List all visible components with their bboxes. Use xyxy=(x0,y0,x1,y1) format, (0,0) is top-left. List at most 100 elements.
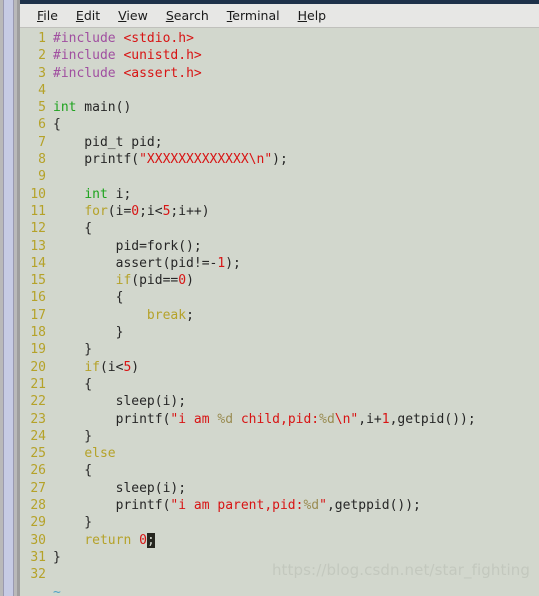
menu-item-terminal[interactable]: Terminal xyxy=(218,6,289,25)
scrollbar-thumb[interactable] xyxy=(4,0,13,596)
line-number: 21 xyxy=(30,376,46,392)
line-number: 3 xyxy=(38,65,46,81)
token-kw: if xyxy=(84,359,100,375)
token-hdr: <stdio.h> xyxy=(123,31,194,46)
line-number: 1 xyxy=(38,31,46,46)
token-str: child,pid: xyxy=(233,411,320,427)
line-number: 2 xyxy=(38,48,46,64)
token-plain: (i= xyxy=(107,203,132,219)
line-number: 18 xyxy=(30,325,46,341)
code-line[interactable]: 17 break; xyxy=(20,307,539,324)
token-str: \n" xyxy=(334,411,359,427)
code-line[interactable]: 6{ xyxy=(20,116,539,133)
code-editor-area[interactable]: 1 #include <stdio.h> 2 #include <unistd.h> 3… xyxy=(20,28,539,596)
code-line[interactable]: 16 { xyxy=(20,289,539,306)
token-plain: ,getppid()); xyxy=(326,498,421,514)
line-number: 22 xyxy=(30,394,46,410)
code-line[interactable]: 5 int main() xyxy=(20,99,539,116)
line-number: 28 xyxy=(30,498,46,514)
code-line[interactable]: 14 assert(pid!=-1); xyxy=(20,255,539,272)
code-lines[interactable]: 1 #include <stdio.h> 2 #include <unistd.h> 3… xyxy=(20,30,539,596)
line-number: 11 xyxy=(30,203,46,219)
code-line[interactable]: 12 { xyxy=(20,220,539,237)
code-line[interactable]: 8 printf("XXXXXXXXXXXXX\n"); xyxy=(20,151,539,168)
code-line[interactable]: 28 printf("i am parent,pid:%d",getppid()… xyxy=(20,497,539,514)
token-plain: assert(pid!=- xyxy=(53,255,218,271)
token-fmt: %d xyxy=(303,498,320,514)
menu-mnemonic: F xyxy=(37,8,44,23)
code-line[interactable]: 3 #include <assert.h> xyxy=(20,65,539,82)
line-number: 4 xyxy=(38,82,46,98)
menu-item-view[interactable]: View xyxy=(109,6,157,25)
token-num: 1 xyxy=(381,411,390,427)
token-hdr: <unistd.h> xyxy=(123,48,202,64)
token-fmt: %d xyxy=(319,411,335,427)
token-plain: (pid== xyxy=(131,273,179,289)
token-plain: ;i++) xyxy=(170,203,210,219)
line-number: 32 xyxy=(30,567,46,583)
menu-item-file[interactable]: File xyxy=(28,6,67,25)
code-line[interactable]: 30 return 0; xyxy=(20,532,539,549)
text-cursor: ; xyxy=(146,532,155,548)
code-line[interactable]: 27 sleep(i); xyxy=(20,480,539,497)
token-type: int xyxy=(84,186,108,202)
menu-item-edit[interactable]: Edit xyxy=(67,6,109,25)
token-plain: { xyxy=(53,376,93,392)
menu-item-search[interactable]: Search xyxy=(157,6,218,25)
code-line[interactable]: 24 } xyxy=(20,428,539,445)
code-line[interactable]: 13 pid=fork(); xyxy=(20,238,539,255)
code-line[interactable]: 20 if(i<5) xyxy=(20,359,539,376)
token-num: 0 xyxy=(178,273,187,289)
menu-mnemonic: S xyxy=(165,8,174,23)
code-line[interactable]: 22 sleep(i); xyxy=(20,393,539,410)
code-line[interactable]: 19 } xyxy=(20,341,539,358)
token-plain: ) xyxy=(131,359,140,375)
token-plain: ; xyxy=(186,307,194,323)
code-line[interactable]: 2 #include <unistd.h> xyxy=(20,47,539,64)
menu-item-help[interactable]: Help xyxy=(289,6,336,25)
line-number: 16 xyxy=(30,290,46,306)
code-line[interactable]: 11 for(i=0;i<5;i++) xyxy=(20,203,539,220)
line-number: 31 xyxy=(30,549,46,565)
line-number: 20 xyxy=(30,359,46,375)
token-kw: if xyxy=(115,273,132,289)
code-line[interactable]: 7 pid_t pid; xyxy=(20,134,539,151)
token-plain: ,getpid()); xyxy=(389,411,476,427)
code-line[interactable]: 1 #include <stdio.h> xyxy=(20,30,539,47)
token-kw: for xyxy=(84,203,108,219)
token-plain: ;i< xyxy=(139,203,163,219)
token-hdr: <assert.h> xyxy=(123,65,202,81)
token-plain: { xyxy=(53,290,124,306)
token-type: int xyxy=(53,100,77,116)
code-line[interactable]: 9 xyxy=(20,168,539,185)
token-plain: (i< xyxy=(99,359,124,375)
line-number: 23 xyxy=(30,411,46,427)
code-line[interactable]: 4 xyxy=(20,82,539,99)
scrollbar-trough[interactable] xyxy=(3,0,14,596)
token-plain: { xyxy=(53,117,61,133)
token-pre: #include xyxy=(53,65,116,81)
line-number: 19 xyxy=(30,342,46,358)
line-number: 7 xyxy=(38,134,46,150)
token-plain: ); xyxy=(225,255,241,271)
menu-bar: File Edit View Search Terminal Help xyxy=(20,4,539,28)
code-line[interactable]: 15 if(pid==0) xyxy=(20,272,539,289)
code-line[interactable]: 23 printf("i am %d child,pid:%d\n",i+1,g… xyxy=(20,411,539,428)
line-number: 26 xyxy=(30,463,46,479)
code-line[interactable]: 10 int i; xyxy=(20,186,539,203)
vertical-scrollbar[interactable] xyxy=(0,0,17,596)
code-line[interactable]: 21 { xyxy=(20,376,539,393)
token-fmt: %d xyxy=(217,411,234,427)
code-line[interactable]: 18 } xyxy=(20,324,539,341)
token-plain: { xyxy=(53,463,93,479)
line-number: 5 xyxy=(38,100,46,116)
code-line[interactable]: 26 { xyxy=(20,462,539,479)
line-number: 12 xyxy=(30,221,46,237)
code-line[interactable]: 25 else xyxy=(20,445,539,462)
code-line[interactable]: ~ xyxy=(20,584,539,596)
code-line[interactable]: 29 } xyxy=(20,514,539,531)
